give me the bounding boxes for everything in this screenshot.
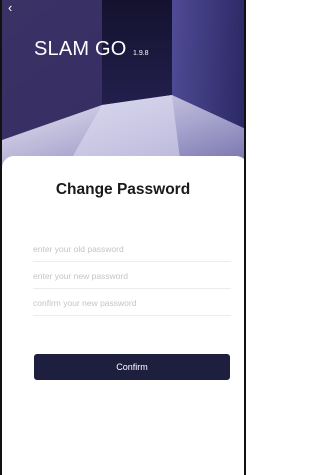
old-password-input[interactable]: [33, 236, 231, 261]
app-brand: SLAM GO 1.9.8: [34, 38, 149, 61]
app-name: SLAM GO: [34, 38, 127, 60]
confirm-button[interactable]: Confirm: [34, 354, 230, 380]
hero-background-image: [2, 0, 244, 175]
chevron-left-icon: ‹: [8, 0, 13, 15]
new-password-field[interactable]: [33, 263, 231, 289]
page-title: Change Password: [55, 181, 191, 198]
old-password-field[interactable]: [33, 236, 231, 262]
change-password-screen: ‹ SLAM GO 1.9.8 Change Password Confirm: [0, 0, 246, 475]
confirm-password-field[interactable]: [33, 290, 231, 316]
form-card: Change Password Confirm: [2, 156, 244, 475]
hero-banner: ‹ SLAM GO 1.9.8: [2, 0, 244, 175]
app-version: 1.9.8: [133, 50, 149, 57]
new-password-input[interactable]: [33, 263, 231, 288]
back-button[interactable]: ‹: [8, 0, 24, 16]
confirm-password-input[interactable]: [33, 290, 231, 315]
